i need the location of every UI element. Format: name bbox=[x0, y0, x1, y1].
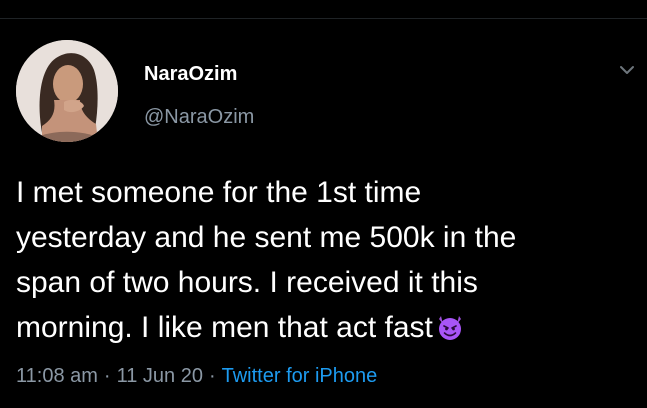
profile-photo-icon bbox=[16, 40, 118, 142]
author-display-name[interactable]: NaraOzim bbox=[144, 63, 237, 86]
tweet-text-line: morning. I like men that act fast bbox=[16, 305, 636, 350]
tweet-source-link[interactable]: Twitter for iPhone bbox=[222, 365, 378, 387]
tweet-text-line-last: morning. I like men that act fast bbox=[16, 311, 433, 344]
tweet-meta: 11:08 am · 11 Jun 20 · Twitter for iPhone bbox=[16, 365, 377, 388]
top-divider bbox=[0, 0, 647, 19]
tweet-text-line: I met someone for the 1st time bbox=[16, 176, 422, 209]
avatar[interactable] bbox=[16, 40, 118, 142]
tweet-date[interactable]: 11 Jun 20 bbox=[117, 365, 203, 387]
smiling-imp-emoji-icon bbox=[435, 310, 465, 340]
meta-separator: · bbox=[208, 365, 216, 387]
tweet-text-line: yesterday and he sent me 500k in the bbox=[16, 221, 517, 254]
tweet-text-line: span of two hours. I received it this bbox=[16, 266, 478, 299]
tweet-time[interactable]: 11:08 am bbox=[16, 365, 98, 387]
meta-separator: · bbox=[103, 365, 111, 387]
chevron-down-icon[interactable] bbox=[617, 60, 637, 80]
author-handle[interactable]: @NaraOzim bbox=[144, 106, 254, 129]
tweet-text: I met someone for the 1st time yesterday… bbox=[16, 170, 636, 350]
